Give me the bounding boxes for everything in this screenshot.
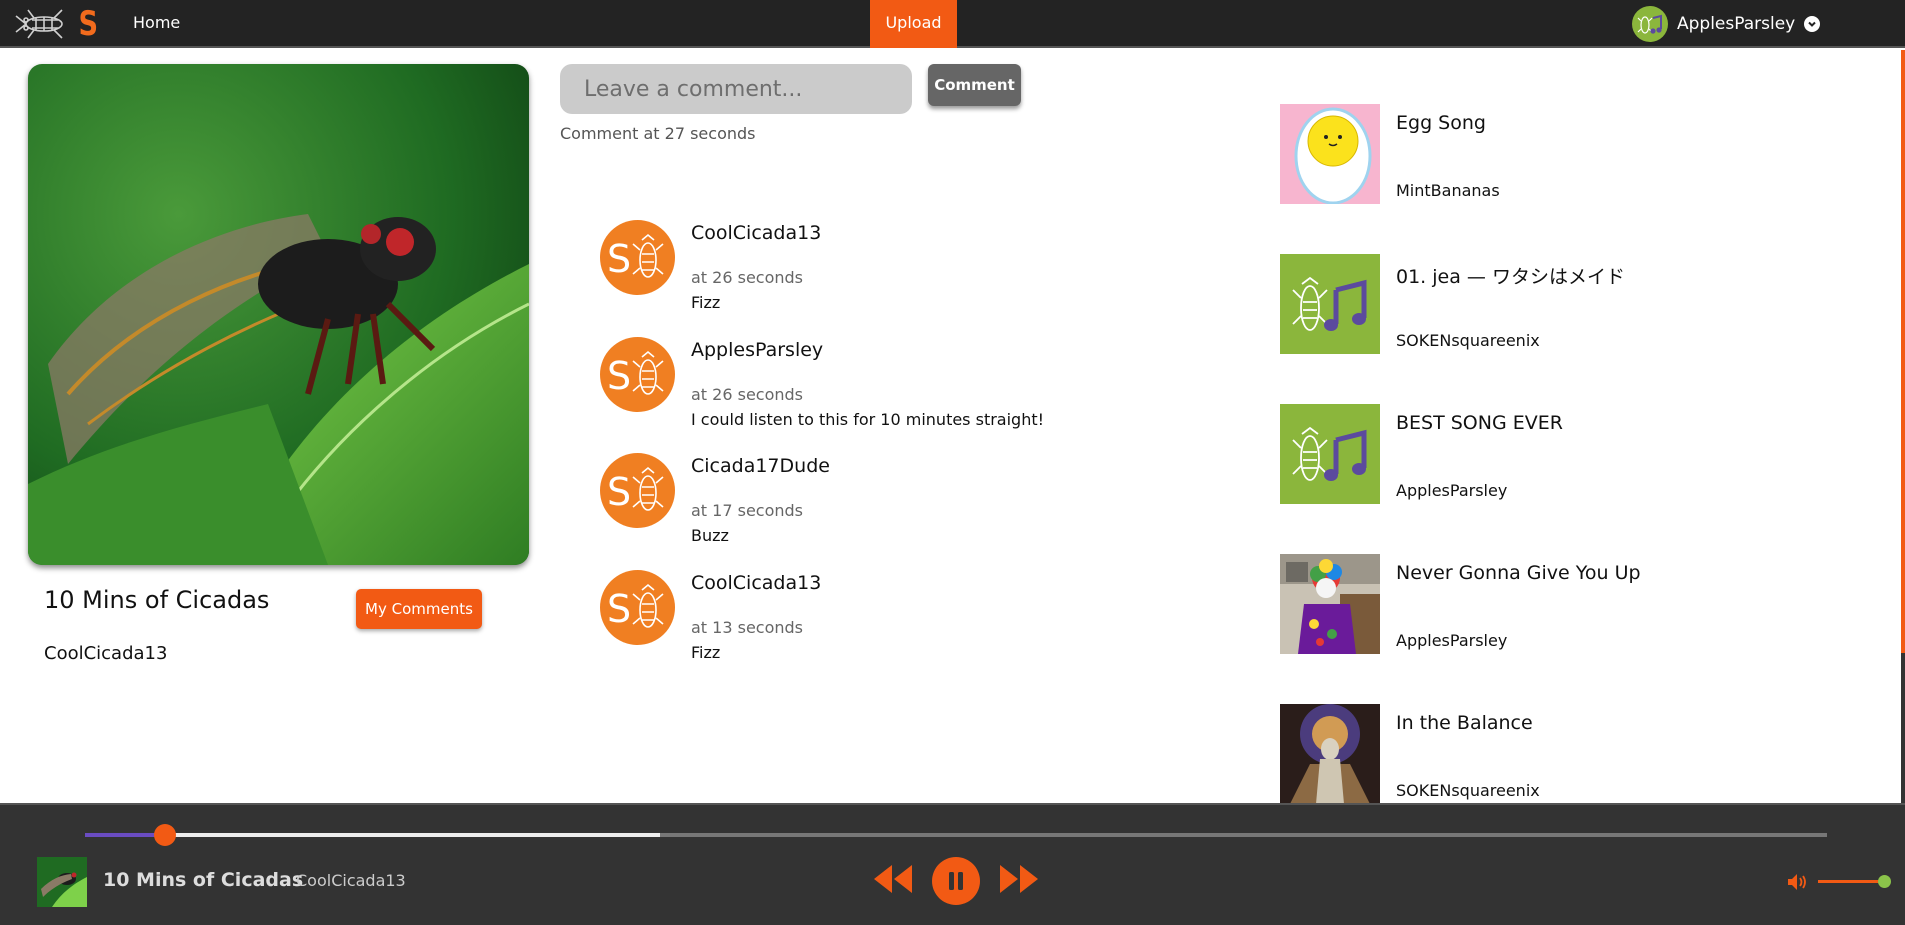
statue-thumbnail[interactable] (1280, 704, 1380, 804)
progress-played (85, 833, 166, 837)
pause-button[interactable] (932, 857, 980, 905)
related-songs-list: Egg Song MintBananas 01. jea — ワタシはメイド S… (1280, 104, 1880, 804)
comments-list: S CoolCicada13 at 26 seconds Fizz S Appl… (600, 220, 1120, 686)
player-thumbnail (37, 857, 87, 907)
song-list-item[interactable]: Egg Song MintBananas (1280, 104, 1880, 254)
comment-timestamp-hint: Comment at 27 seconds (560, 124, 756, 143)
comment-text: Fizz (691, 293, 721, 312)
logo-letter: S (78, 4, 99, 44)
volume-icon[interactable] (1787, 873, 1809, 891)
default-music-thumbnail[interactable] (1280, 254, 1380, 354)
comment-item: S CoolCicada13 at 13 seconds Fizz (600, 569, 1120, 687)
song-list-title[interactable]: Egg Song (1396, 112, 1486, 134)
chevron-down-icon[interactable] (1804, 16, 1821, 32)
svg-text:S: S (607, 237, 631, 281)
s-cicada-avatar-icon: S (607, 233, 664, 281)
comment-username[interactable]: CoolCicada13 (691, 222, 821, 244)
cicada-logo-icon (15, 9, 63, 39)
song-list-item[interactable]: In the Balance SOKENsquareenix (1280, 704, 1880, 804)
nav-home-link[interactable]: Home (133, 13, 180, 32)
comment-time: at 26 seconds (691, 268, 804, 287)
commenter-avatar[interactable]: S (600, 569, 675, 645)
volume-slider[interactable] (1818, 880, 1884, 883)
song-artwork (28, 64, 529, 565)
comment-item: S CoolCicada13 at 26 seconds Fizz (600, 220, 1120, 337)
song-list-artist[interactable]: ApplesParsley (1396, 481, 1507, 500)
comment-item: S ApplesParsley at 26 seconds I could li… (600, 336, 1120, 454)
commenter-avatar[interactable]: S (600, 336, 675, 412)
player-song-artist[interactable]: CoolCicada13 (296, 871, 406, 890)
s-cicada-avatar-icon: S (607, 350, 664, 398)
svg-text:S: S (607, 587, 631, 631)
user-avatar[interactable] (1632, 6, 1668, 42)
clown-thumbnail[interactable] (1280, 554, 1380, 654)
comment-submit-button[interactable]: Comment (928, 64, 1021, 106)
fast-forward-icon[interactable] (998, 857, 1040, 901)
song-list-item[interactable]: Never Gonna Give You Up ApplesParsley (1280, 554, 1880, 704)
username-label: ApplesParsley (1677, 14, 1796, 34)
song-list-item[interactable]: 01. jea — ワタシはメイド SOKENsquareenix (1280, 254, 1880, 404)
comment-text: Fizz (691, 642, 721, 662)
comment-username[interactable]: CoolCicada13 (691, 572, 821, 594)
audio-player: 10 Mins of Cicadas CoolCicada13 (0, 803, 1905, 925)
comment-text: Buzz (691, 526, 729, 545)
comment-time: at 13 seconds (691, 617, 804, 637)
site-logo[interactable]: S (14, 4, 99, 44)
my-comments-button[interactable]: My Comments (356, 589, 482, 629)
user-menu[interactable]: ApplesParsley (1632, 6, 1821, 42)
commenter-avatar[interactable]: S (600, 453, 675, 528)
s-cicada-avatar-icon: S (607, 583, 664, 631)
cicada-image (28, 64, 529, 565)
song-list-artist[interactable]: ApplesParsley (1396, 631, 1507, 650)
song-list-artist[interactable]: SOKENsquareenix (1396, 331, 1540, 350)
page-accent-bar (1901, 50, 1905, 653)
song-list-item[interactable]: BEST SONG EVER ApplesParsley (1280, 404, 1880, 554)
svg-text:S: S (607, 354, 631, 398)
comment-text: I could listen to this for 10 minutes st… (691, 409, 1045, 429)
song-list-title[interactable]: 01. jea — ワタシはメイド (1396, 262, 1625, 289)
volume-handle[interactable] (1878, 875, 1891, 888)
progress-track[interactable] (85, 824, 1827, 846)
comment-time: at 26 seconds (691, 384, 804, 404)
player-song-title[interactable]: 10 Mins of Cicadas (103, 869, 303, 891)
svg-text:S: S (607, 470, 631, 514)
rewind-icon[interactable] (872, 857, 914, 901)
comment-time: at 17 seconds (691, 501, 804, 520)
scrollbar-thumb[interactable] (1901, 653, 1905, 803)
top-nav: S Home Upload ApplesParsley (0, 0, 1905, 48)
comment-item: S Cicada17Dude at 17 seconds Buzz (600, 453, 1120, 570)
pause-icon (949, 872, 963, 890)
comment-username[interactable]: Cicada17Dude (691, 455, 830, 477)
song-title: 10 Mins of Cicadas (44, 586, 270, 614)
song-list-title[interactable]: In the Balance (1396, 712, 1533, 734)
commenter-avatar[interactable]: S (600, 220, 675, 295)
song-list-title[interactable]: BEST SONG EVER (1396, 412, 1563, 434)
comment-username[interactable]: ApplesParsley (691, 339, 823, 361)
default-music-thumbnail[interactable] (1280, 404, 1380, 504)
upload-button[interactable]: Upload (870, 0, 957, 48)
progress-handle[interactable] (154, 824, 177, 846)
song-list-title[interactable]: Never Gonna Give You Up (1396, 562, 1641, 584)
s-cicada-avatar-icon: S (607, 466, 664, 514)
song-artist[interactable]: CoolCicada13 (44, 643, 167, 664)
egg-thumbnail[interactable] (1280, 104, 1380, 204)
cicada-note-icon (1637, 14, 1662, 34)
song-list-artist[interactable]: SOKENsquareenix (1396, 781, 1540, 800)
comment-input[interactable] (560, 64, 912, 114)
song-list-artist[interactable]: MintBananas (1396, 181, 1500, 200)
